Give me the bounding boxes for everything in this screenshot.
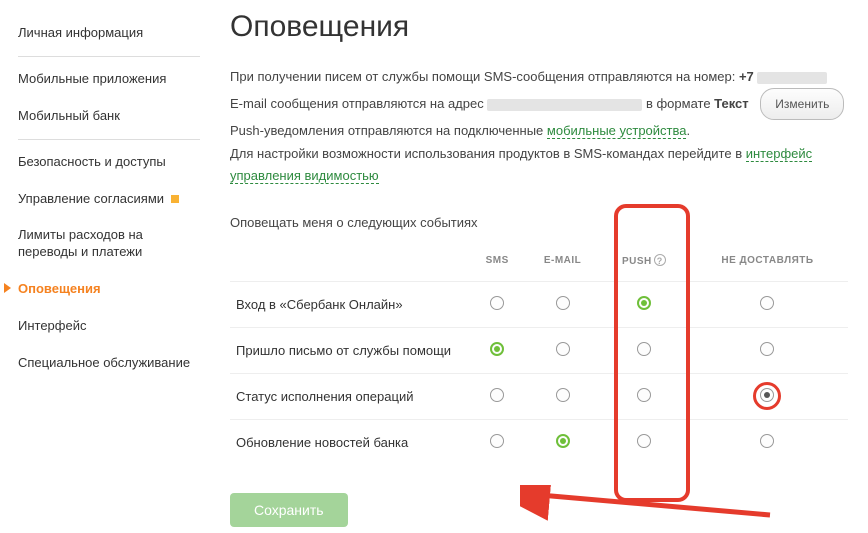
link-devices[interactable]: мобильные устройства: [547, 123, 687, 139]
radio-email[interactable]: [556, 342, 570, 356]
divider: [18, 56, 200, 57]
masked-email: [487, 99, 642, 111]
radio-email[interactable]: [556, 296, 570, 310]
intro-text: Для настройки возможности использования …: [230, 146, 746, 161]
sidebar-item-apps[interactable]: Мобильные приложения: [18, 61, 200, 98]
sidebar-item-notifications[interactable]: Оповещения: [18, 271, 200, 308]
table-row: Статус исполнения операций: [230, 373, 848, 419]
radio-push[interactable]: [637, 434, 651, 448]
col-email: E-MAIL: [524, 244, 600, 282]
radio-none[interactable]: [760, 434, 774, 448]
row-label: Обновление новостей банка: [230, 419, 470, 465]
radio-none[interactable]: [760, 388, 774, 402]
col-sms: SMS: [470, 244, 524, 282]
intro-block: При получении писем от службы помощи SMS…: [230, 66, 848, 187]
notification-table-wrap: SMS E-MAIL PUSH? НЕ ДОСТАВЛЯТЬ Вход в «С…: [230, 244, 848, 465]
sidebar-item-interface[interactable]: Интерфейс: [18, 308, 200, 345]
intro-text: E-mail сообщения отправляются на адрес: [230, 96, 487, 111]
table-row: Вход в «Сбербанк Онлайн»: [230, 281, 848, 327]
sidebar-item-personal[interactable]: Личная информация: [18, 15, 200, 52]
sidebar-item-mobilebank[interactable]: Мобильный банк: [18, 98, 200, 135]
radio-email[interactable]: [556, 434, 570, 448]
intro-text: При получении писем от службы помощи SMS…: [230, 69, 739, 84]
format-word: Текст: [714, 96, 748, 111]
divider: [18, 139, 200, 140]
intro-text: Push-уведомления отправляются на подключ…: [230, 123, 547, 138]
radio-sms[interactable]: [490, 434, 504, 448]
arrow-annotation: [520, 485, 780, 525]
badge-icon: [171, 195, 179, 203]
col-push: PUSH?: [601, 244, 687, 282]
help-icon[interactable]: ?: [654, 254, 666, 266]
row-label: Пришло письмо от службы помощи: [230, 327, 470, 373]
page-title: Оповещения: [230, 10, 848, 44]
notification-table: SMS E-MAIL PUSH? НЕ ДОСТАВЛЯТЬ Вход в «С…: [230, 244, 848, 465]
radio-none[interactable]: [760, 296, 774, 310]
radio-sms[interactable]: [490, 296, 504, 310]
sidebar-item-security[interactable]: Безопасность и доступы: [18, 144, 200, 181]
main-content: Оповещения При получении писем от службы…: [200, 0, 868, 533]
sidebar-item-consents[interactable]: Управление согласиями: [18, 181, 200, 218]
radio-push[interactable]: [637, 388, 651, 402]
row-label: Вход в «Сбербанк Онлайн»: [230, 281, 470, 327]
sidebar-item-special[interactable]: Специальное обслуживание: [18, 345, 200, 382]
change-button[interactable]: Изменить: [760, 88, 844, 120]
radio-sms[interactable]: [490, 342, 504, 356]
radio-push[interactable]: [637, 296, 651, 310]
col-none: НЕ ДОСТАВЛЯТЬ: [687, 244, 848, 282]
table-row: Обновление новостей банка: [230, 419, 848, 465]
section-label: Оповещать меня о следующих событиях: [230, 215, 848, 230]
radio-sms[interactable]: [490, 388, 504, 402]
phone-prefix: +7: [739, 69, 754, 84]
masked-phone: [757, 72, 827, 84]
save-button[interactable]: Сохранить: [230, 493, 348, 527]
sidebar-item-label: Управление согласиями: [18, 191, 164, 206]
radio-email[interactable]: [556, 388, 570, 402]
sidebar-item-limits[interactable]: Лимиты расходов на переводы и платежи: [18, 217, 200, 271]
col-push-label: PUSH: [622, 256, 652, 267]
radio-none[interactable]: [760, 342, 774, 356]
intro-text: в формате: [642, 96, 714, 111]
table-row: Пришло письмо от службы помощи: [230, 327, 848, 373]
col-event: [230, 244, 470, 282]
radio-push[interactable]: [637, 342, 651, 356]
row-label: Статус исполнения операций: [230, 373, 470, 419]
sidebar: Личная информация Мобильные приложения М…: [0, 0, 200, 533]
